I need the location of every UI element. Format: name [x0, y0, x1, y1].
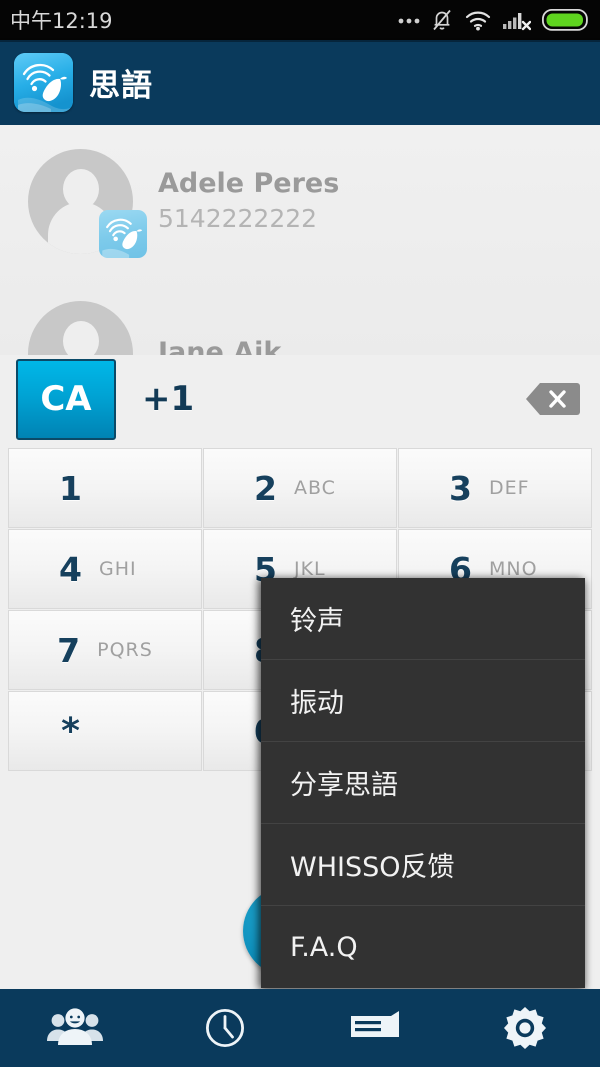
key-digit: 4	[59, 549, 82, 589]
contact-number: 5142222222	[158, 204, 318, 234]
battery-full-icon	[542, 9, 588, 31]
key-star[interactable]: *	[8, 691, 202, 771]
backspace-delete-icon[interactable]	[524, 381, 580, 417]
nav-tab-contacts[interactable]	[0, 989, 150, 1067]
person-placeholder-icon	[28, 300, 133, 355]
contact-list[interactable]: Adele Peres 5142222222 Jane Aik	[0, 125, 600, 355]
whisso-dolphin-logo-icon	[14, 53, 73, 112]
contact-info: Jane Aik	[158, 335, 281, 355]
key-letters: JKL	[293, 558, 326, 580]
list-item[interactable]: Jane Aik	[0, 277, 600, 355]
dialpad-keypad-icon	[351, 1011, 399, 1037]
key-digit: 2	[254, 468, 277, 508]
menu-item-share[interactable]: 分享思語	[261, 742, 585, 824]
settings-gear-icon	[504, 1007, 546, 1049]
options-popup-menu[interactable]: 铃声 振动 分享思語 WHISSO反馈 F.A.Q	[261, 578, 585, 988]
key-1[interactable]: 1	[8, 448, 202, 528]
key-digit: *	[61, 710, 80, 752]
key-letters: DEF	[488, 477, 530, 499]
key-2[interactable]: 2 ABC	[203, 448, 397, 528]
phone-screen: 中午12:19 思語 Adele Peres 5142222222 Jane A…	[0, 0, 600, 1067]
whisso-dolphin-badge-icon	[99, 209, 147, 258]
menu-item-feedback[interactable]: WHISSO反馈	[261, 824, 585, 906]
menu-item-vibrate[interactable]: 振动	[261, 660, 585, 742]
menu-item-ringtone[interactable]: 铃声	[261, 578, 585, 660]
key-4[interactable]: 4 GHI	[8, 529, 202, 609]
key-letters: GHI	[98, 558, 137, 580]
key-letters: PQRS	[97, 639, 153, 661]
contact-name: Jane Aik	[158, 337, 282, 355]
nav-tab-history[interactable]	[150, 989, 300, 1067]
list-item[interactable]: Adele Peres 5142222222	[0, 125, 600, 277]
menu-item-faq[interactable]: F.A.Q	[261, 906, 585, 988]
key-digit: 1	[59, 468, 82, 508]
bottom-navigation-bar	[0, 989, 600, 1067]
wifi-icon	[465, 11, 491, 30]
app-header: 思語	[0, 40, 600, 125]
key-digit: 7	[57, 630, 81, 670]
dialed-number-display[interactable]: +1	[142, 379, 194, 419]
bell-muted-icon	[433, 9, 451, 31]
contact-name: Adele Peres	[158, 168, 340, 200]
key-7[interactable]: 7 PQRS	[8, 610, 202, 690]
contact-info: Adele Peres 5142222222	[158, 166, 339, 236]
dial-input-row: CA +1	[0, 355, 600, 443]
contacts-group-icon	[47, 1008, 103, 1045]
status-bar: 中午12:19	[0, 0, 600, 40]
nav-tab-settings[interactable]	[450, 989, 600, 1067]
key-3[interactable]: 3 DEF	[398, 448, 592, 528]
clock-history-icon	[205, 1008, 245, 1048]
avatar	[28, 148, 147, 258]
app-title: 思語	[89, 68, 153, 104]
country-code-badge[interactable]: CA	[16, 358, 116, 440]
key-letters: MNO	[488, 558, 538, 580]
key-letters: ABC	[293, 477, 336, 499]
avatar	[28, 300, 133, 355]
status-bar-icons	[398, 8, 588, 32]
nav-tab-dialpad[interactable]	[300, 989, 450, 1067]
status-bar-clock: 中午12:19	[10, 9, 113, 33]
more-dots-icon	[398, 18, 420, 24]
signal-no-service-icon	[503, 13, 531, 31]
key-digit: 3	[449, 468, 472, 508]
